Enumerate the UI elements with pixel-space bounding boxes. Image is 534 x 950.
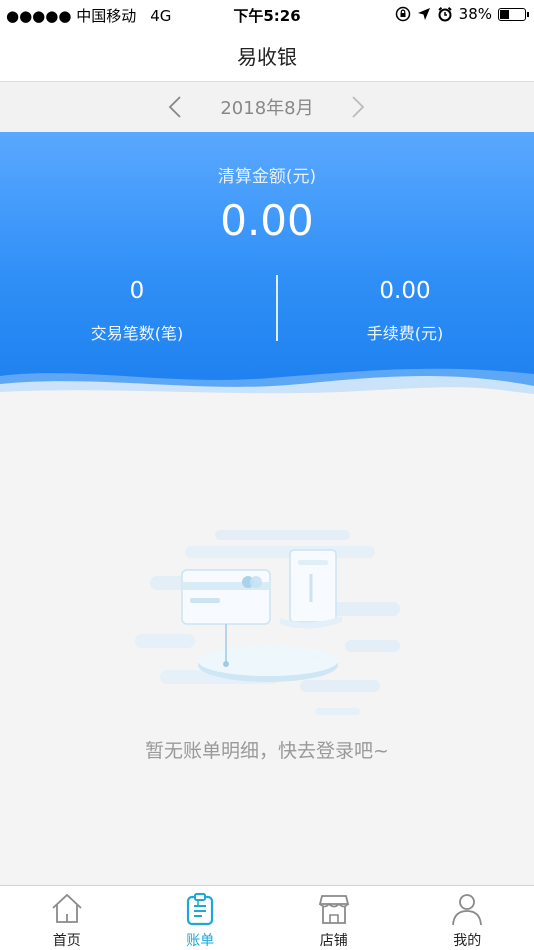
tab-home[interactable]: 首页 — [0, 886, 134, 950]
transactions-stat: 0 交易笔数(笔) — [2, 278, 272, 344]
wave-decoration — [0, 368, 534, 400]
tab-label-home: 首页 — [52, 933, 81, 949]
settlement-amount: 0.00 — [220, 196, 314, 245]
transactions-value: 0 — [129, 278, 145, 304]
battery-icon — [498, 7, 529, 21]
chevron-right-icon — [352, 96, 365, 118]
rotation-lock-icon — [395, 6, 410, 22]
month-selector: 2018年8月 — [0, 82, 534, 132]
tab-bill[interactable]: 账单 — [134, 886, 268, 950]
chevron-left-icon — [168, 96, 181, 118]
bill-icon — [187, 893, 214, 926]
current-month[interactable]: 2018年8月 — [220, 94, 313, 120]
fees-value: 0.00 — [379, 278, 431, 304]
empty-state-message: 暂无账单明细，快去登录吧~ — [145, 740, 389, 762]
alarm-icon — [437, 7, 452, 22]
status-right: 38% — [395, 5, 529, 23]
battery-level — [500, 9, 509, 19]
tab-bar: 首页 账单 店铺 我的 — [0, 885, 534, 950]
next-month-button[interactable] — [346, 94, 370, 120]
settlement-label: 清算金额(元) — [217, 167, 317, 187]
transactions-label: 交易笔数(笔) — [90, 324, 184, 343]
empty-bill-illustration — [135, 530, 400, 715]
fees-label: 手续费(元) — [366, 324, 444, 343]
tab-label-profile: 我的 — [453, 933, 482, 949]
tab-label-bill: 账单 — [186, 933, 215, 949]
fees-stat: 0.00 手续费(元) — [270, 278, 534, 344]
tab-store[interactable]: 店铺 — [267, 886, 401, 950]
prev-month-button[interactable] — [163, 94, 187, 120]
home-icon — [52, 893, 82, 923]
tab-label-store: 店铺 — [319, 933, 348, 949]
tab-profile[interactable]: 我的 — [401, 886, 534, 950]
battery-percent: 38% — [458, 5, 492, 23]
nav-bar: 易收银 — [0, 30, 534, 82]
location-arrow-icon — [417, 8, 430, 20]
page-title: 易收银 — [237, 45, 297, 69]
summary-card: 清算金额(元) 0.00 0 交易笔数(笔) 0.00 手续费(元) — [0, 132, 534, 400]
status-bar: ●●●●● 中国移动 4G 下午5:26 38% — [0, 0, 534, 30]
profile-icon — [452, 894, 483, 926]
store-icon — [318, 895, 349, 924]
